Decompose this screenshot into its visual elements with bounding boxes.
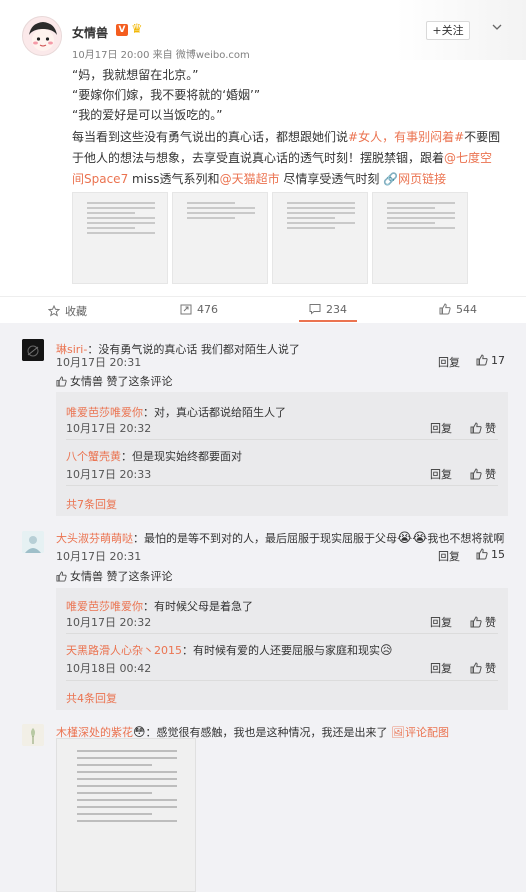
thumbs-up-icon (439, 303, 451, 315)
link-icon: 🔗 (383, 172, 399, 186)
reply-2-2-user[interactable]: 天黑路滑人心杂丶2015 (66, 644, 182, 657)
reply-2-2-text: 天黑路滑人心杂丶2015：有时候有爱的人还要屈服与家庭和现实😥 (66, 643, 393, 657)
post-source[interactable]: 微博weibo.com (176, 50, 250, 61)
reply-1-2-text: 八个蟹壳黄：但是现实始终都要面对 (66, 450, 242, 463)
crying-face-icon: 😭😭 (397, 531, 428, 546)
mention-qidu[interactable]: @七度空 (444, 151, 492, 165)
comment-2-replies: 唯爱芭莎唯爱你：有时候父母是着急了 10月17日 20:32 回复 赞 天黑路滑… (56, 588, 508, 710)
comment-1-reply[interactable]: 回复 (438, 354, 460, 370)
reply-1-2-like[interactable]: 赞 (470, 466, 496, 482)
thumbs-up-icon (470, 662, 482, 674)
topic-hashtag[interactable]: #女人，有事别闷着# (348, 130, 464, 144)
comment-2-more-replies[interactable]: 共4条回复 (66, 690, 117, 706)
thumbs-up-icon (470, 468, 482, 480)
post-time[interactable]: 10月17日 20:00 (72, 50, 149, 61)
reply-1-2-reply[interactable]: 回复 (430, 466, 452, 482)
comment-avatar-2[interactable] (22, 531, 44, 553)
comment-avatar-3[interactable] (22, 724, 44, 746)
repost-icon (180, 304, 192, 315)
blush-face-icon: 😳 (133, 725, 146, 739)
reply-2-2-time: 10月18日 00:42 (66, 662, 152, 675)
repost-button[interactable]: 476 (180, 303, 218, 316)
star-icon (47, 304, 61, 317)
web-link[interactable]: 🔗网页链接 (383, 172, 446, 186)
reply-1-1-user[interactable]: 唯爱芭莎唯爱你 (66, 406, 143, 419)
reply-2-1-reply[interactable]: 回复 (430, 614, 452, 630)
reply-1-1-like[interactable]: 赞 (470, 420, 496, 436)
comment-2-reply[interactable]: 回复 (438, 548, 460, 564)
post-paragraph-1: 每当看到这些没有勇气说出的真心话，都想跟她们说#女人，有事别闷着#不要囿 (72, 130, 501, 144)
comment-2-text: 大头淑芬萌萌哒：最怕的是等不到对的人，最后屈服于现实屈服于父母😭😭我也不想将就啊 (56, 531, 505, 546)
post-meta: 10月17日 20:00 来自 微博weibo.com (72, 46, 250, 61)
reply-2-1-user[interactable]: 唯爱芭莎唯爱你 (66, 600, 143, 613)
post-paragraph-3: 间Space7 miss透气系列和@天猫超市 尽情享受透气时刻 🔗网页链接 (72, 172, 447, 186)
post-paragraph-2: 于他人的想法与想象，去享受直说真心话的透气时刻！摆脱禁锢，跟着@七度空 (72, 151, 493, 165)
comment-image[interactable] (56, 738, 196, 892)
follow-button[interactable]: +关注 (426, 21, 470, 40)
chevron-down-icon[interactable] (492, 20, 502, 34)
sad-face-icon: 😥 (380, 643, 393, 657)
reply-1-2-time: 10月17日 20:33 (66, 468, 152, 481)
comment-2-liked-by: 女情兽 赞了这条评论 (56, 568, 173, 584)
divider (66, 633, 498, 634)
crown-icon: ♛ (131, 22, 143, 37)
comment-2-like[interactable]: 15 (476, 548, 505, 561)
post-image-1[interactable] (72, 192, 168, 284)
reply-2-2-like[interactable]: 赞 (470, 660, 496, 676)
post-image-2[interactable] (172, 192, 268, 284)
mention-tmall[interactable]: @天猫超市 (220, 172, 280, 186)
post-image-4[interactable] (372, 192, 468, 284)
source-prefix: 来自 (152, 50, 173, 61)
mention-qidu-cont[interactable]: 间Space7 (72, 172, 128, 186)
post-line-1: “妈，我就想留在北京。” (72, 68, 199, 82)
post-line-3: “我的爱好是可以当饭吃的。” (72, 108, 223, 122)
reply-1-1-reply[interactable]: 回复 (430, 420, 452, 436)
reply-2-1-text: 唯爱芭莎唯爱你：有时候父母是着急了 (66, 600, 253, 613)
comment-1-time: 10月17日 20:31 (56, 356, 142, 369)
author-name[interactable]: 女情兽 (72, 24, 108, 41)
thumbs-up-icon (476, 354, 488, 366)
divider (66, 439, 498, 440)
comment-1-replies: 唯爱芭莎唯爱你：对，真心话都说给陌生人了 10月17日 20:32 回复 赞 八… (56, 392, 508, 516)
reply-1-2-user[interactable]: 八个蟹壳黄 (66, 450, 121, 463)
thumbs-up-icon (470, 422, 482, 434)
comment-1-liked-by: 女情兽 赞了这条评论 (56, 373, 173, 389)
thumbs-up-icon (476, 548, 488, 560)
author-avatar[interactable] (22, 16, 62, 56)
image-icon: 🖼 (391, 726, 405, 739)
action-bar: 收藏 476 234 544 (0, 296, 526, 322)
comment-1-more-replies[interactable]: 共7条回复 (66, 496, 117, 512)
reply-2-2-reply[interactable]: 回复 (430, 660, 452, 676)
post-line-2: “要嫁你们嫁，我不要将就的‘婚姻’” (72, 88, 261, 102)
reply-1-1-text: 唯爱芭莎唯爱你：对，真心话都说给陌生人了 (66, 406, 286, 419)
comment-2-user[interactable]: 大头淑芬萌萌哒 (56, 532, 133, 545)
comment-button[interactable]: 234 (309, 303, 347, 316)
like-button[interactable]: 544 (439, 303, 477, 316)
reply-1-1-time: 10月17日 20:32 (66, 422, 152, 435)
divider (66, 680, 498, 681)
comment-2-time: 10月17日 20:31 (56, 550, 142, 563)
thumbs-up-icon (56, 571, 67, 582)
post-images (72, 192, 468, 284)
thumbs-up-icon (470, 616, 482, 628)
comment-1-like[interactable]: 17 (476, 354, 505, 367)
post-image-3[interactable] (272, 192, 368, 284)
weibo-post: 女情兽 V ♛ 10月17日 20:00 来自 微博weibo.com +关注 … (0, 0, 526, 322)
comment-image-link[interactable]: 🖼评论配图 (391, 726, 449, 739)
comment-icon (309, 304, 321, 315)
comment-avatar-1[interactable] (22, 339, 44, 361)
collect-button[interactable]: 收藏 (47, 303, 87, 319)
active-tab-indicator (299, 320, 357, 322)
reply-2-1-like[interactable]: 赞 (470, 614, 496, 630)
divider (66, 485, 498, 486)
reply-2-1-time: 10月17日 20:32 (66, 616, 152, 629)
thumbs-up-icon (56, 376, 67, 387)
vip-badge: V (116, 24, 128, 36)
